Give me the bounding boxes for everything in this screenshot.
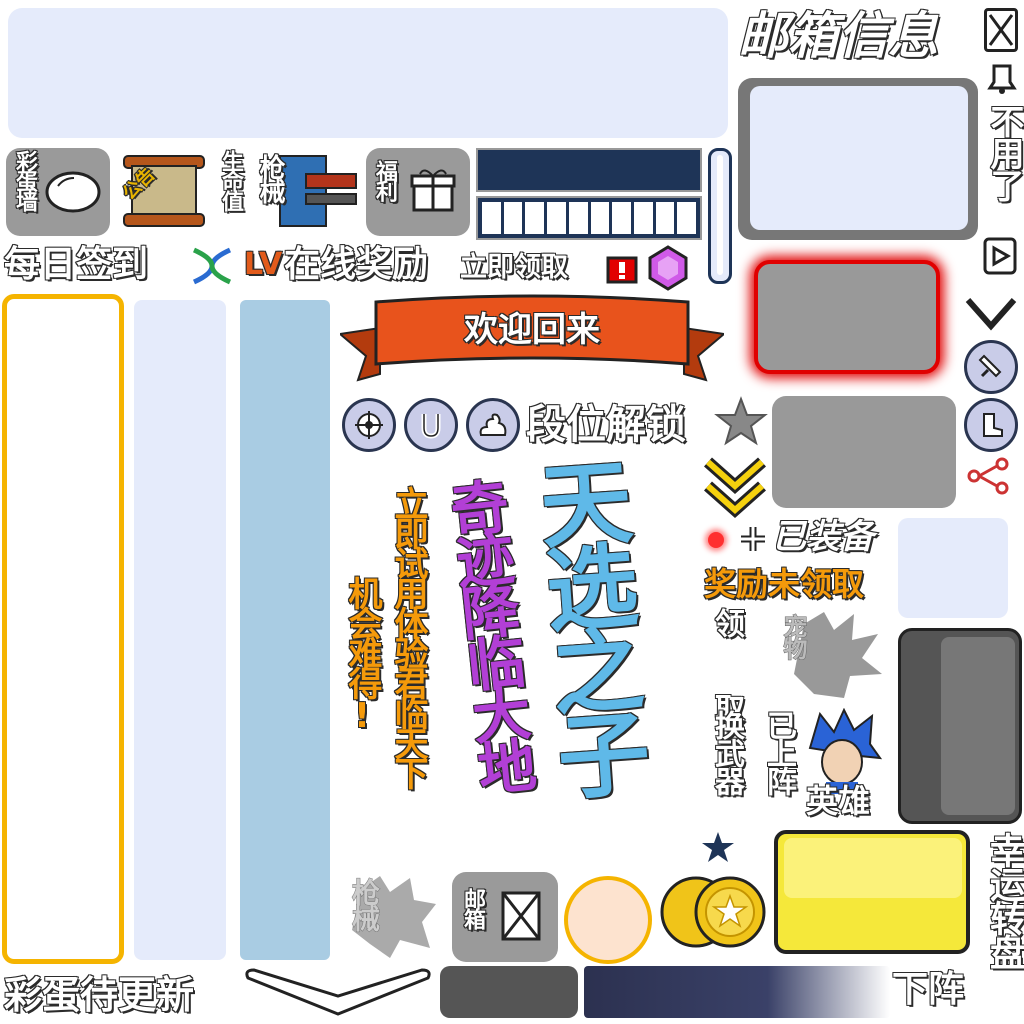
trial-line1: 立即试用体验君临天下 bbox=[387, 485, 429, 787]
selected-slot[interactable] bbox=[754, 260, 940, 374]
bell-icon[interactable] bbox=[984, 60, 1020, 96]
hp-label: 生命值 bbox=[217, 149, 244, 211]
segment-bar bbox=[476, 196, 702, 240]
target-icon[interactable] bbox=[342, 398, 396, 452]
lv-label: LV bbox=[243, 246, 283, 283]
egg-wall-label: 彩蛋墙 bbox=[11, 149, 38, 211]
guns-grey-label: 枪械 bbox=[348, 878, 382, 931]
pet-label: 宠物 bbox=[779, 614, 808, 659]
left-orange-panel bbox=[2, 294, 124, 964]
egg-icon bbox=[44, 170, 102, 214]
alert-icon bbox=[604, 250, 640, 286]
hero-label: 英雄 bbox=[805, 781, 871, 821]
not-needed-label[interactable]: 不用了 bbox=[980, 103, 1024, 201]
pet-silhouette[interactable]: 宠物 bbox=[774, 604, 886, 702]
reward-unclaimed-label: 奖励未领取 bbox=[703, 564, 865, 604]
rank-unlock-label: 段位解锁 bbox=[525, 401, 687, 449]
chevron-down-wide-icon[interactable] bbox=[240, 966, 436, 1020]
left-blue-panel bbox=[240, 300, 330, 960]
magnet-icon[interactable] bbox=[404, 398, 458, 452]
gift-icon bbox=[410, 166, 456, 214]
undeploy-label[interactable]: 下阵 bbox=[891, 964, 965, 1016]
poop-icon[interactable] bbox=[466, 398, 520, 452]
chevron-down-icon[interactable] bbox=[962, 294, 1020, 334]
vertical-slider[interactable] bbox=[708, 148, 732, 284]
welfare-label: 福利 bbox=[371, 159, 398, 201]
coin-icon bbox=[656, 872, 770, 952]
trial-line2: 机会难得! bbox=[341, 575, 383, 733]
star-navy-icon bbox=[700, 830, 736, 864]
mail-title: 邮箱信息 bbox=[737, 6, 939, 66]
left-light-panel bbox=[134, 300, 226, 960]
guns-grey-button[interactable]: 枪械 bbox=[340, 870, 446, 962]
star-grey-icon bbox=[714, 396, 768, 446]
claim-now-label[interactable]: 立即领取 bbox=[459, 248, 569, 288]
peach-circle[interactable] bbox=[564, 876, 652, 964]
notice-button[interactable]: 公告 bbox=[118, 148, 210, 236]
mailbox-label: 邮箱 bbox=[459, 887, 486, 929]
lucky-turntable-label[interactable]: 幸运转盘 bbox=[978, 831, 1024, 969]
sword-icon[interactable] bbox=[964, 340, 1018, 394]
gradient-bar bbox=[584, 966, 890, 1018]
grey-slot[interactable] bbox=[772, 396, 956, 508]
change-weapon-label[interactable]: 换武器 bbox=[704, 709, 748, 795]
egg-update-label: 彩蛋待更新 bbox=[3, 972, 195, 1018]
welfare-button[interactable]: 福利 bbox=[366, 148, 470, 236]
small-light-panel bbox=[898, 518, 1008, 618]
daily-signin-label[interactable]: 每日签到 bbox=[3, 240, 149, 290]
close-mail-icon[interactable] bbox=[984, 8, 1018, 52]
mailbox-button[interactable]: 邮箱 bbox=[452, 872, 558, 962]
play-icon[interactable] bbox=[982, 236, 1018, 276]
mail-icon bbox=[500, 890, 542, 942]
deployed-label: 已上阵 bbox=[760, 709, 797, 795]
dark-tile[interactable] bbox=[898, 628, 1022, 824]
yellow-tile[interactable] bbox=[774, 830, 970, 954]
guns-button[interactable]: 枪械 bbox=[250, 148, 362, 238]
red-dot-indicator bbox=[708, 532, 724, 548]
boot-icon[interactable] bbox=[964, 398, 1018, 452]
branch-icon[interactable] bbox=[962, 456, 1014, 496]
guns-label: 枪械 bbox=[254, 153, 286, 203]
plus-icon[interactable] bbox=[738, 524, 768, 554]
online-reward-label[interactable]: 在线奖励 bbox=[283, 240, 429, 290]
mail-content-frame bbox=[738, 78, 978, 240]
dark-bar bbox=[476, 148, 702, 192]
equipped-label: 已装备 bbox=[771, 516, 875, 558]
top-banner-panel bbox=[8, 8, 728, 138]
dna-icon bbox=[188, 244, 236, 288]
egg-wall-button[interactable]: 彩蛋墙 bbox=[6, 148, 110, 236]
welcome-ribbon: 欢迎回来 bbox=[337, 294, 727, 386]
gem-icon bbox=[644, 244, 692, 292]
dark-button[interactable] bbox=[440, 966, 578, 1018]
mail-content-panel bbox=[750, 86, 968, 230]
double-chevron-icon[interactable] bbox=[700, 454, 770, 520]
welcome-back-label: 欢迎回来 bbox=[463, 309, 601, 351]
